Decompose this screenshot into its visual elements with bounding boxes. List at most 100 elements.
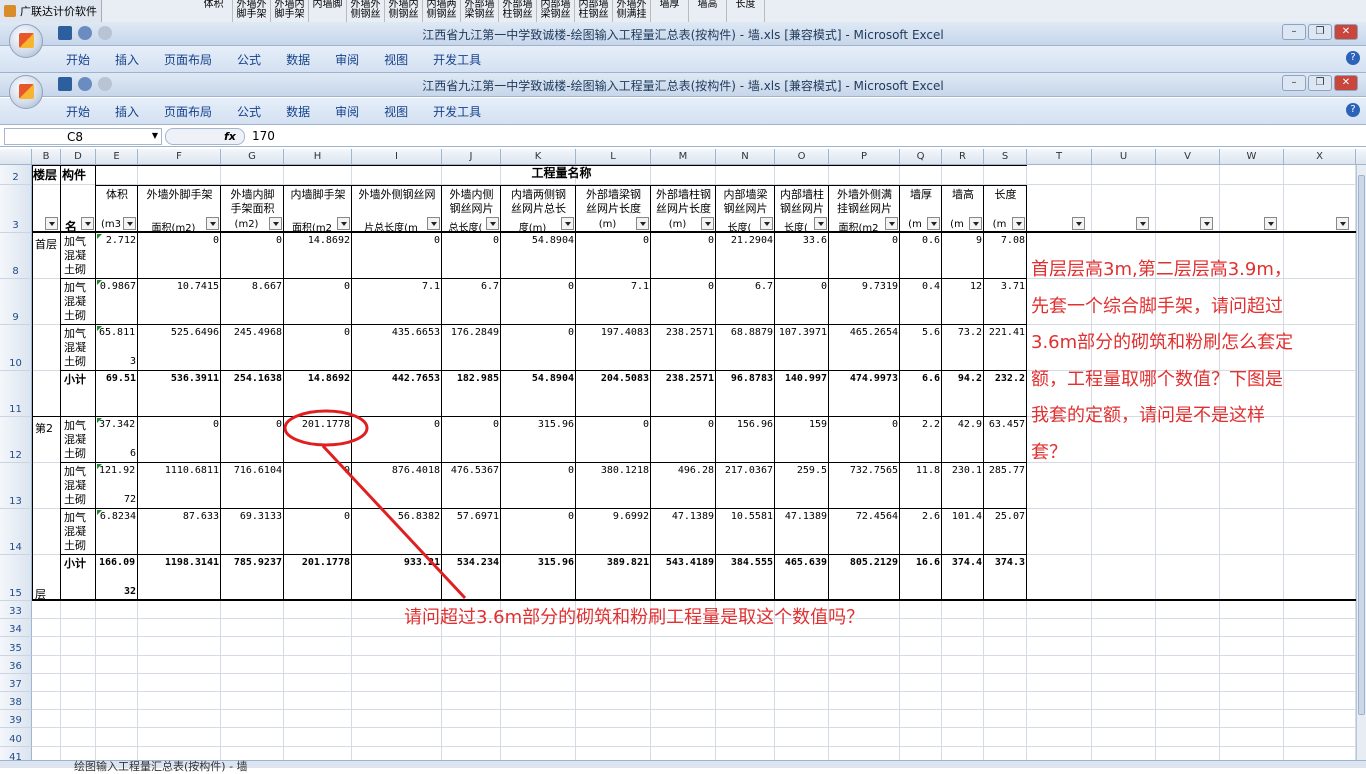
row-header[interactable]: 35 [0,637,32,656]
data-cell[interactable]: 0 [138,235,221,246]
data-cell[interactable]: 9.7319 [829,281,900,292]
data-cell[interactable]: 0 [501,511,576,522]
filter-dropdown-icon[interactable] [486,217,499,230]
data-cell[interactable]: 285.77 [984,465,1027,476]
ribbon-tab[interactable]: 审阅 [335,51,372,68]
column-header[interactable]: P [829,149,900,165]
data-cell[interactable]: 9 [942,235,984,246]
filter-dropdown-icon[interactable] [81,217,94,230]
data-cell[interactable]: 5.6 [900,327,942,338]
column-header[interactable]: B [32,149,61,165]
data-cell[interactable]: 33.6 [775,235,829,246]
row-header[interactable]: 8 [0,233,32,279]
column-header[interactable]: W [1220,149,1284,165]
data-cell[interactable]: 465.2654 [829,327,900,338]
data-cell[interactable]: 21.2904 [716,235,775,246]
ribbon-tab[interactable]: 视图 [384,103,421,120]
data-cell[interactable]: 732.7565 [829,465,900,476]
background-app-label[interactable]: 广联达计价软件 [0,0,102,22]
minimize-button[interactable]: – [1282,24,1306,40]
ribbon-tab[interactable]: 页面布局 [164,51,225,68]
data-cell[interactable]: 380.1218 [576,465,651,476]
data-cell[interactable]: 496.28 [651,465,716,476]
column-header[interactable]: G [221,149,284,165]
close-button[interactable]: ✕ [1334,24,1358,40]
data-cell[interactable]: 238.2571 [651,327,716,338]
ribbon-tab[interactable]: 插入 [115,51,152,68]
data-cell[interactable]: 0.9867 [96,281,138,292]
data-cell[interactable]: 69.51 [96,373,138,384]
data-cell[interactable]: 156.96 [716,419,775,430]
column-header[interactable]: I [352,149,442,165]
filter-dropdown-icon[interactable] [337,217,350,230]
name-box[interactable]: C8 ▼ [4,128,162,145]
filter-dropdown-icon[interactable] [1012,217,1025,230]
filter-dropdown-icon[interactable] [701,217,714,230]
data-cell[interactable]: 0.6 [900,235,942,246]
data-cell[interactable]: 0 [442,419,501,430]
data-cell[interactable]: 12 [942,281,984,292]
data-cell[interactable]: 47.1389 [775,511,829,522]
data-cell[interactable]: 72.4564 [829,511,900,522]
data-cell[interactable]: 217.0367 [716,465,775,476]
data-cell[interactable]: 159 [775,419,829,430]
data-cell[interactable]: 65.811 [96,327,138,338]
data-cell[interactable]: 2.2 [900,419,942,430]
data-cell[interactable]: 805.2129 [829,557,900,568]
column-header[interactable]: J [442,149,501,165]
restore-button[interactable]: ❐ [1308,24,1332,40]
filter-dropdown-icon[interactable] [1264,217,1277,230]
data-cell[interactable]: 0 [284,281,352,292]
data-cell[interactable]: 0 [284,327,352,338]
row-header[interactable]: 15 [0,555,32,601]
ribbon-tab[interactable]: 开始 [66,103,103,120]
data-cell[interactable]: 0 [576,419,651,430]
row-header[interactable]: 11 [0,371,32,417]
data-cell[interactable]: 0 [651,281,716,292]
data-cell[interactable]: 232.2 [984,373,1027,384]
data-cell[interactable]: 204.5083 [576,373,651,384]
data-cell[interactable]: 716.6104 [221,465,284,476]
row-header[interactable]: 14 [0,509,32,555]
column-header[interactable]: S [984,149,1027,165]
ribbon-tab[interactable]: 页面布局 [164,103,225,120]
data-cell[interactable]: 933.21 [352,557,442,568]
ribbon-tab[interactable]: 视图 [384,51,421,68]
data-cell[interactable]: 3.71 [984,281,1027,292]
data-cell[interactable]: 465.639 [775,557,829,568]
ribbon-tab[interactable]: 插入 [115,103,152,120]
data-cell[interactable]: 57.6971 [442,511,501,522]
data-cell[interactable]: 876.4018 [352,465,442,476]
data-cell[interactable]: 69.3133 [221,511,284,522]
data-cell[interactable]: 37.342 [96,419,138,430]
data-cell[interactable]: 543.4189 [651,557,716,568]
data-cell[interactable]: 54.8904 [501,235,576,246]
data-cell[interactable]: 2.712 [96,235,138,246]
data-cell[interactable]: 42.9 [942,419,984,430]
help-icon[interactable]: ? [1346,103,1360,117]
ribbon-tab[interactable]: 开始 [66,51,103,68]
data-cell[interactable]: 14.8692 [284,235,352,246]
data-cell[interactable]: 0 [651,235,716,246]
data-cell[interactable]: 474.9973 [829,373,900,384]
data-cell[interactable]: 2.6 [900,511,942,522]
data-cell[interactable]: 389.821 [576,557,651,568]
data-cell[interactable]: 7.1 [352,281,442,292]
data-cell[interactable]: 11.8 [900,465,942,476]
data-cell[interactable]: 201.1778 [284,419,352,430]
data-cell[interactable]: 121.92 [96,465,138,476]
scrollbar-thumb[interactable] [1358,175,1365,715]
data-cell[interactable]: 140.997 [775,373,829,384]
row-header[interactable]: 40 [0,728,32,747]
filter-dropdown-icon[interactable] [123,217,136,230]
row-header[interactable]: 9 [0,279,32,325]
column-header[interactable]: K [501,149,576,165]
chevron-down-icon[interactable]: ▼ [152,131,158,140]
row-header[interactable]: 36 [0,655,32,674]
ribbon-tab[interactable]: 审阅 [335,103,372,120]
select-all-corner[interactable] [0,149,32,165]
data-cell[interactable]: 0 [775,281,829,292]
data-cell[interactable]: 7.1 [576,281,651,292]
data-cell[interactable]: 6.7 [716,281,775,292]
column-header[interactable]: X [1284,149,1356,165]
